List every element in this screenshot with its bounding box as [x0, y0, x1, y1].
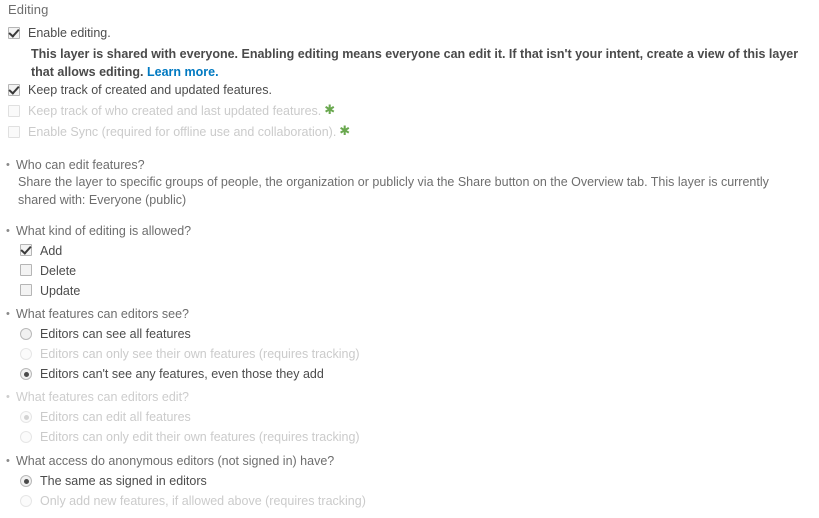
- question-label-who-can-edit-features: Who can edit features?: [0, 157, 815, 173]
- only-add-new-features-radio: [20, 495, 32, 507]
- question-block-what-features-can-editors-see: What features can editors see? Editors c…: [0, 306, 360, 382]
- delete-checkbox[interactable]: [20, 264, 32, 276]
- editors-see-none-label: Editors can't see any features, even tho…: [40, 367, 324, 381]
- required-asterisk-icon: ✱: [339, 123, 351, 138]
- add-checkbox[interactable]: [20, 244, 32, 256]
- editors-see-own-radio: [20, 348, 32, 360]
- question-block-anonymous-editors: What access do anonymous editors (not si…: [0, 453, 366, 509]
- radio-row-editors-edit-own: Editors can only edit their own features…: [0, 429, 360, 445]
- radio-row-editors-see-own: Editors can only see their own features …: [0, 346, 360, 362]
- question-block-what-features-can-editors-edit: What features can editors edit? Editors …: [0, 389, 360, 445]
- editors-edit-all-radio: [20, 411, 32, 423]
- enable-editing-checkbox[interactable]: [8, 27, 20, 39]
- question-block-who-can-edit-features: Who can edit features? Share the layer t…: [0, 157, 815, 209]
- add-label: Add: [40, 244, 63, 258]
- same-as-signed-in-label: The same as signed in editors: [40, 474, 207, 488]
- radio-row-same-as-signed-in[interactable]: The same as signed in editors: [0, 473, 366, 489]
- question-label-what-kind-of-editing: What kind of editing is allowed?: [0, 223, 191, 239]
- editors-edit-own-label: Editors can only edit their own features…: [40, 430, 360, 444]
- learn-more-link[interactable]: Learn more.: [147, 65, 219, 79]
- update-label: Update: [40, 284, 81, 298]
- editing-shared-note: This layer is shared with everyone. Enab…: [31, 45, 811, 81]
- radio-row-editors-edit-all: Editors can edit all features: [0, 409, 360, 425]
- question-label-what-features-can-editors-edit: What features can editors edit?: [0, 389, 360, 405]
- checkbox-row-enable-sync: Enable Sync (required for offline use an…: [8, 123, 351, 140]
- checkbox-row-update[interactable]: Update: [0, 283, 191, 299]
- checkbox-row-delete[interactable]: Delete: [0, 263, 191, 279]
- enable-sync-checkbox: [8, 126, 20, 138]
- same-as-signed-in-radio[interactable]: [20, 475, 32, 487]
- editors-see-own-label: Editors can only see their own features …: [40, 347, 360, 361]
- enable-sync-label: Enable Sync (required for offline use an…: [28, 125, 337, 139]
- required-asterisk-icon: ✱: [324, 102, 336, 117]
- question-description-who-can-edit-features: Share the layer to specific groups of pe…: [18, 175, 769, 207]
- checkbox-row-enable-editing[interactable]: Enable editing.: [8, 26, 111, 41]
- editors-see-none-radio[interactable]: [20, 368, 32, 380]
- update-checkbox[interactable]: [20, 284, 32, 296]
- question-label-anonymous-editors: What access do anonymous editors (not si…: [0, 453, 366, 469]
- delete-label: Delete: [40, 264, 77, 278]
- keep-track-who-created-checkbox: [8, 105, 20, 117]
- checkbox-row-keep-track-who-created: Keep track of who created and last updat…: [8, 102, 336, 119]
- keep-track-who-created-label: Keep track of who created and last updat…: [28, 104, 322, 118]
- question-block-what-kind-of-editing: What kind of editing is allowed? Add Del…: [0, 223, 191, 299]
- keep-track-created-updated-checkbox[interactable]: [8, 84, 20, 96]
- radio-row-editors-see-all[interactable]: Editors can see all features: [0, 326, 360, 342]
- radio-row-editors-see-none[interactable]: Editors can't see any features, even tho…: [0, 366, 360, 382]
- checkbox-row-add[interactable]: Add: [0, 243, 191, 259]
- editing-settings-panel: Editing Enable editing. This layer is sh…: [0, 0, 819, 518]
- checkbox-row-keep-track-created-updated[interactable]: Keep track of created and updated featur…: [8, 83, 272, 98]
- editors-see-all-label: Editors can see all features: [40, 327, 191, 341]
- editors-edit-all-label: Editors can edit all features: [40, 410, 191, 424]
- keep-track-created-updated-label: Keep track of created and updated featur…: [28, 83, 272, 97]
- editors-edit-own-radio: [20, 431, 32, 443]
- editors-see-all-radio[interactable]: [20, 328, 32, 340]
- question-label-what-features-can-editors-see: What features can editors see?: [0, 306, 360, 322]
- enable-editing-label: Enable editing.: [28, 26, 111, 40]
- radio-row-only-add-new-features: Only add new features, if allowed above …: [0, 493, 366, 509]
- page-title: Editing: [8, 2, 49, 17]
- only-add-new-features-label: Only add new features, if allowed above …: [40, 494, 366, 508]
